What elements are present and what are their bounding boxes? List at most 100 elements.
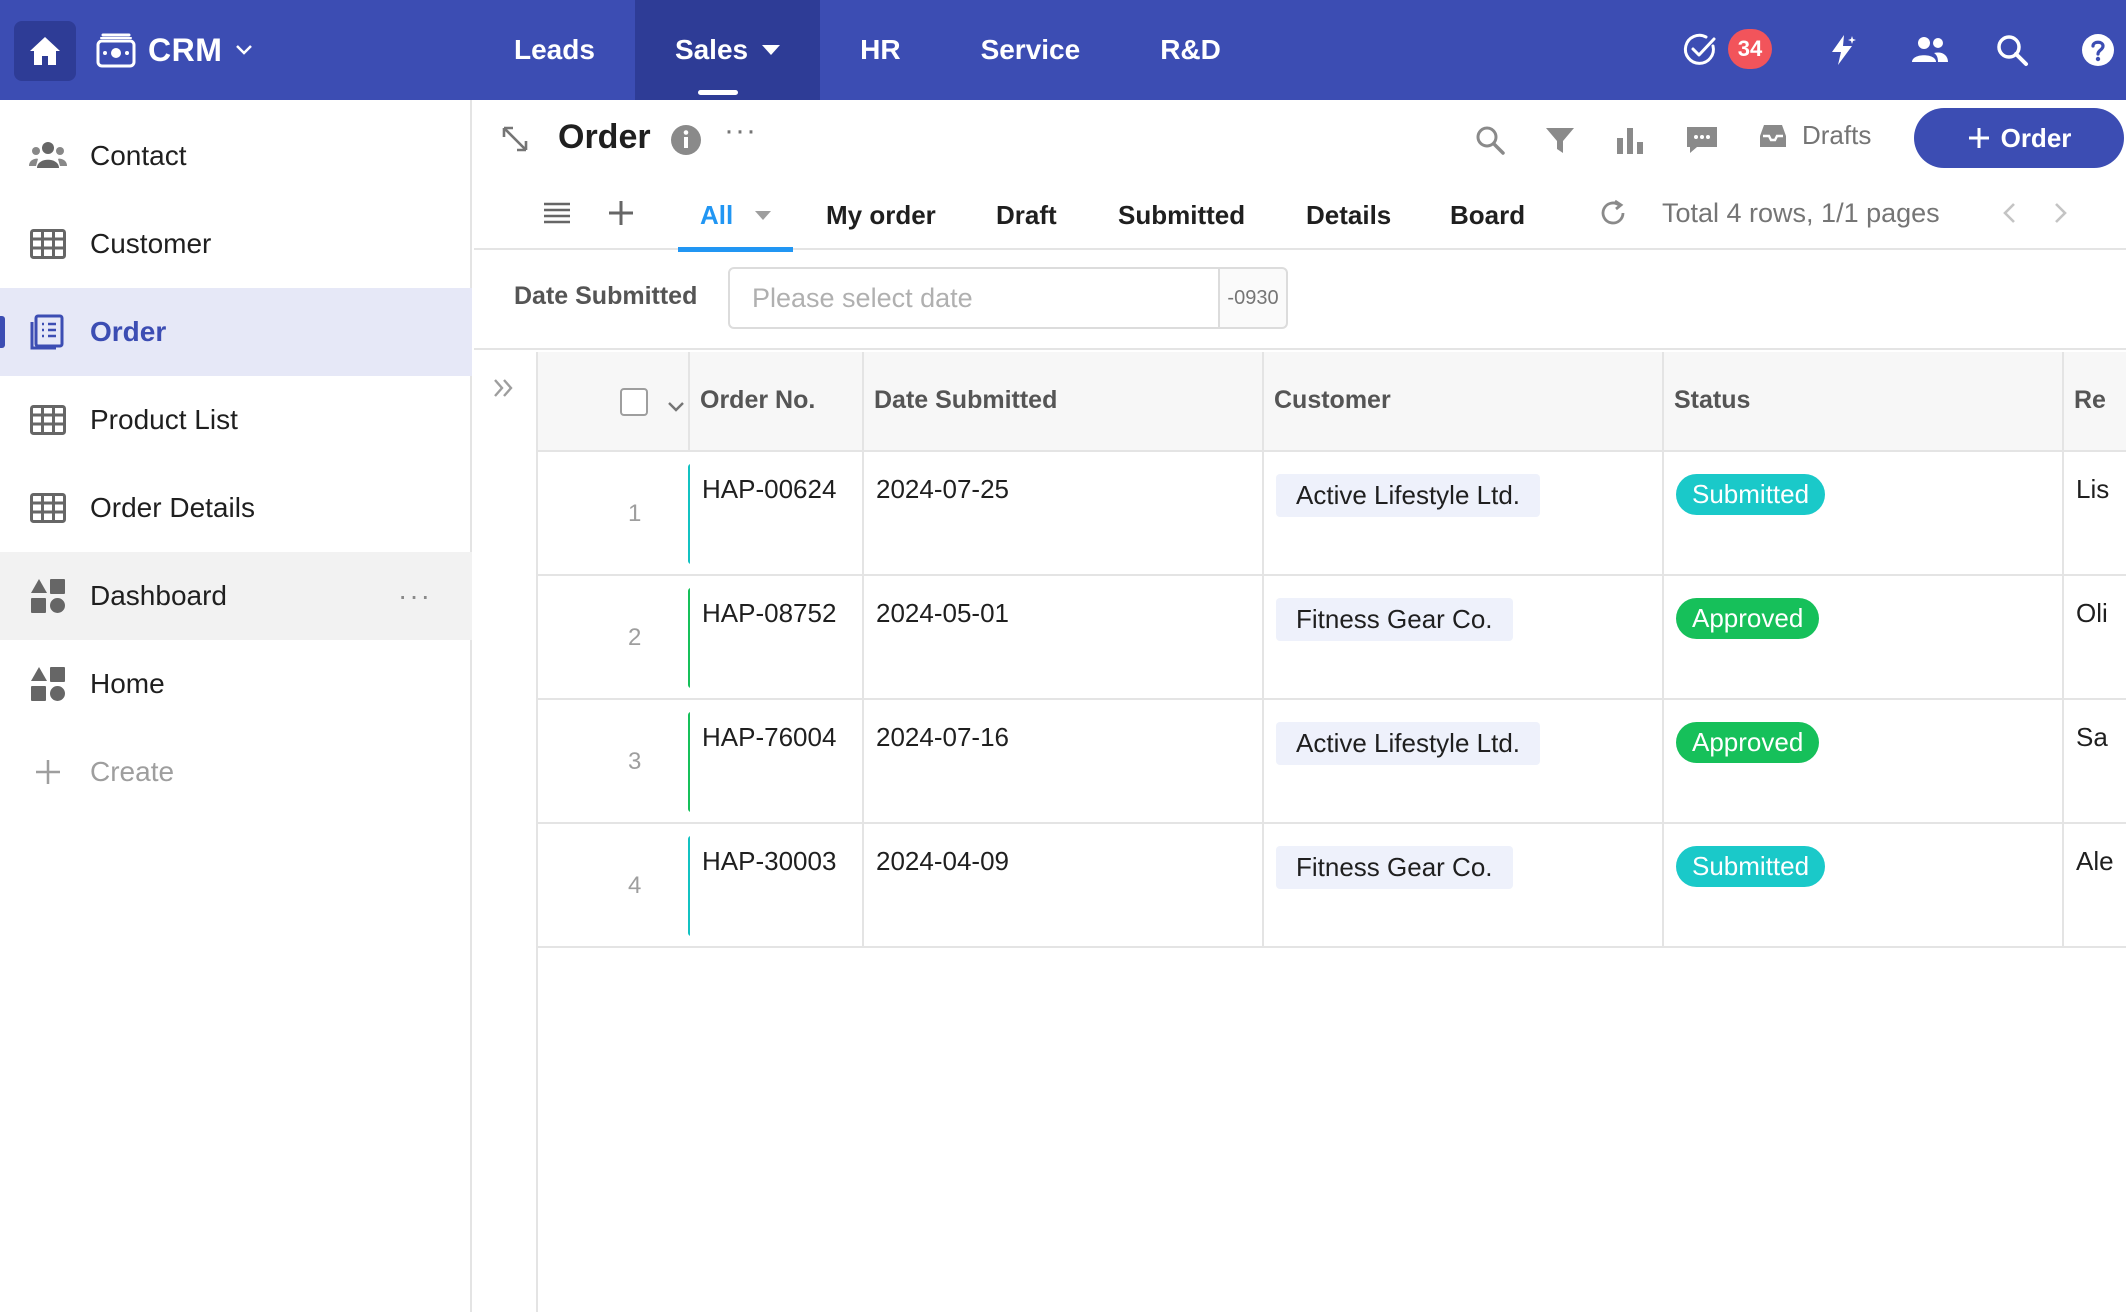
- truncated-cell[interactable]: Ale: [2064, 824, 2126, 946]
- column-header[interactable]: Customer: [1264, 352, 1664, 450]
- table-row[interactable]: 3 HAP-76004 2024-07-16 Active Lifestyle Ltd…: [538, 700, 2126, 824]
- help-button[interactable]: [2078, 30, 2118, 70]
- tab-all[interactable]: All: [678, 180, 794, 252]
- table-row[interactable]: 4 HAP-30003 2024-04-09 Fitness Gear Co. Subm…: [538, 824, 2126, 948]
- nav-rd[interactable]: R&D: [1120, 0, 1261, 100]
- chevron-down-icon[interactable]: [666, 392, 686, 421]
- nav-label: R&D: [1160, 34, 1221, 65]
- row-index-cell: 1: [538, 452, 690, 574]
- table-row[interactable]: 2 HAP-08752 2024-05-01 Fitness Gear Co. Appr…: [538, 576, 2126, 700]
- view-tabs: All My order Draft Submitted Details Boa…: [474, 180, 2126, 252]
- customer-cell[interactable]: Fitness Gear Co.: [1264, 576, 1664, 698]
- tab-board[interactable]: Board: [1450, 180, 1525, 250]
- customer-cell[interactable]: Active Lifestyle Ltd.: [1264, 452, 1664, 574]
- date-filter-input[interactable]: [728, 267, 1220, 329]
- home-icon: [30, 37, 60, 65]
- sidebar-item-customer[interactable]: Customer: [0, 200, 472, 288]
- status-cell[interactable]: Approved: [1664, 700, 2064, 822]
- add-view-icon[interactable]: [606, 198, 636, 233]
- column-header[interactable]: Status: [1664, 352, 2064, 450]
- nav-sales[interactable]: Sales: [634, 0, 821, 100]
- order-no-cell[interactable]: HAP-30003: [690, 824, 864, 946]
- status-cell[interactable]: Approved: [1664, 576, 2064, 698]
- contacts-icon: [28, 136, 68, 176]
- order-no-cell[interactable]: HAP-76004: [690, 700, 864, 822]
- date-cell[interactable]: 2024-04-09: [864, 824, 1264, 946]
- filter-icon[interactable]: [1542, 122, 1578, 158]
- order-no-cell[interactable]: HAP-00624: [690, 452, 864, 574]
- automation-button[interactable]: [1822, 30, 1862, 70]
- bar-chart-icon[interactable]: [1612, 122, 1648, 158]
- tasks-button[interactable]: [1680, 30, 1720, 70]
- nav-hr[interactable]: HR: [820, 0, 940, 100]
- filter-label: Date Submitted: [514, 282, 698, 310]
- help-icon: [2082, 34, 2114, 66]
- add-order-button[interactable]: Order: [1914, 108, 2124, 168]
- filter-bar: Date Submitted -0930: [474, 250, 2126, 350]
- select-all-checkbox[interactable]: [620, 388, 648, 416]
- app-wallet-icon: [96, 33, 136, 68]
- truncated-cell[interactable]: Sa: [2064, 700, 2126, 822]
- date-cell[interactable]: 2024-07-25: [864, 452, 1264, 574]
- info-icon[interactable]: [670, 124, 702, 161]
- page-title: Order: [558, 118, 651, 156]
- create-label: Create: [90, 756, 175, 787]
- drafts-button[interactable]: Drafts: [1758, 120, 1871, 151]
- table-icon: [28, 224, 68, 264]
- sidebar-item-product-list[interactable]: Product List: [0, 376, 472, 464]
- column-header[interactable]: Order No.: [690, 352, 864, 450]
- table-row[interactable]: 1 HAP-00624 2024-07-25 Active Lifestyle Ltd…: [538, 452, 2126, 576]
- customer-cell[interactable]: Active Lifestyle Ltd.: [1264, 700, 1664, 822]
- truncated-cell[interactable]: Oli: [2064, 576, 2126, 698]
- double-chevron-right-icon[interactable]: [490, 374, 518, 407]
- expand-icon[interactable]: [500, 124, 530, 159]
- search-button[interactable]: [1992, 30, 2032, 70]
- row-index-cell: 2: [538, 576, 690, 698]
- table-header-row: Order No. Date Submitted Customer Status…: [538, 352, 2126, 452]
- contacts-button[interactable]: [1910, 30, 1950, 70]
- sidebar-item-order-details[interactable]: Order Details: [0, 464, 472, 552]
- comment-icon[interactable]: [1684, 122, 1720, 158]
- order-no-cell[interactable]: HAP-08752: [690, 576, 864, 698]
- search-icon[interactable]: [1472, 122, 1508, 158]
- sidebar-item-home[interactable]: Home: [0, 640, 472, 728]
- view-list-icon[interactable]: [542, 198, 572, 233]
- notification-badge[interactable]: 34: [1728, 29, 1772, 69]
- customer-chip[interactable]: Active Lifestyle Ltd.: [1276, 722, 1540, 765]
- status-cell[interactable]: Submitted: [1664, 824, 2064, 946]
- next-page-icon[interactable]: [2050, 198, 2070, 233]
- tab-submitted[interactable]: Submitted: [1118, 180, 1245, 250]
- sidebar-item-order[interactable]: Order: [0, 288, 472, 376]
- date-cell[interactable]: 2024-05-01: [864, 576, 1264, 698]
- status-cell[interactable]: Submitted: [1664, 452, 2064, 574]
- table-gutter: [474, 352, 538, 1312]
- home-button[interactable]: [14, 21, 76, 81]
- page-header: Order ··· Drafts Order: [474, 100, 2126, 180]
- row-number: 2: [628, 624, 642, 651]
- customer-cell[interactable]: Fitness Gear Co.: [1264, 824, 1664, 946]
- status-badge: Submitted: [1676, 846, 1826, 887]
- customer-chip[interactable]: Fitness Gear Co.: [1276, 598, 1513, 641]
- tab-draft[interactable]: Draft: [996, 180, 1057, 250]
- nav-service[interactable]: Service: [941, 0, 1121, 100]
- sidebar-create[interactable]: Create: [0, 728, 472, 816]
- column-header[interactable]: Re: [2064, 352, 2126, 450]
- nav-leads[interactable]: Leads: [474, 0, 635, 100]
- more-options-icon[interactable]: ···: [398, 580, 432, 612]
- sidebar-item-contact[interactable]: Contact: [0, 112, 472, 200]
- app-switcher[interactable]: CRM: [96, 22, 254, 78]
- tab-my-order[interactable]: My order: [826, 180, 936, 250]
- customer-chip[interactable]: Active Lifestyle Ltd.: [1276, 474, 1540, 517]
- column-header[interactable]: Date Submitted: [864, 352, 1264, 450]
- data-table: Order No. Date Submitted Customer Status…: [474, 352, 2126, 1312]
- refresh-icon[interactable]: [1598, 198, 1628, 233]
- tab-details[interactable]: Details: [1306, 180, 1391, 250]
- sidebar-item-label: Order Details: [90, 492, 255, 523]
- customer-chip[interactable]: Fitness Gear Co.: [1276, 846, 1513, 889]
- sidebar-item-dashboard[interactable]: Dashboard ···: [0, 552, 472, 640]
- module-nav: Leads Sales HR Service R&D: [474, 0, 1261, 100]
- date-cell[interactable]: 2024-07-16: [864, 700, 1264, 822]
- prev-page-icon[interactable]: [2000, 198, 2020, 233]
- more-icon[interactable]: ···: [724, 114, 757, 148]
- truncated-cell[interactable]: Lis: [2064, 452, 2126, 574]
